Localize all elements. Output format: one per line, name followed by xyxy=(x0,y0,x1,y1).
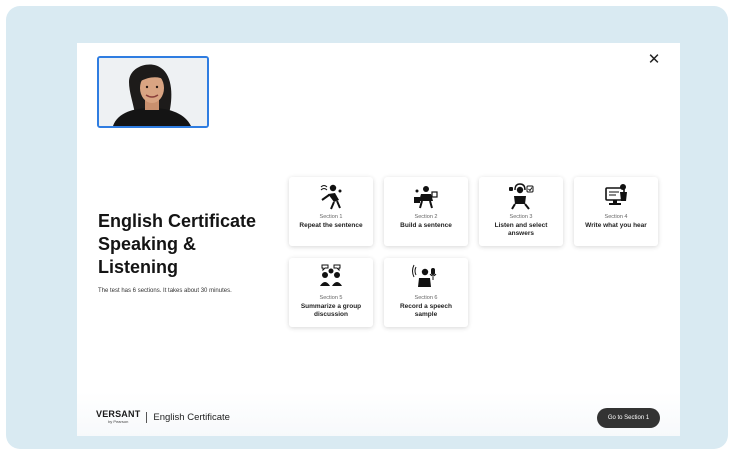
page-title: English Certificate Speaking & Listening xyxy=(98,210,278,279)
test-description: The test has 6 sections. It takes about … xyxy=(98,288,232,294)
brand: VERSANT by Pearson English Certificate xyxy=(96,409,230,425)
section-card-2[interactable]: Section 2 Build a sentence xyxy=(384,177,468,246)
section-number: Section 4 xyxy=(604,214,628,220)
test-intro-screen: ✕ English Certificate Speaking & Listeni… xyxy=(77,43,680,436)
section-number: Section 6 xyxy=(414,295,438,301)
webcam-preview xyxy=(97,56,209,128)
versant-logo: VERSANT by Pearson xyxy=(96,409,141,425)
title-line: English Certificate xyxy=(98,211,257,231)
section-card-1[interactable]: Section 1 Repeat the sentence xyxy=(289,177,373,246)
record-speech-icon xyxy=(412,264,437,287)
section-card-4[interactable]: Section 4 Write what you hear xyxy=(574,177,658,246)
product-name: English Certificate xyxy=(153,411,230,423)
section-name: Repeat the sentence xyxy=(299,222,363,229)
section-card-6[interactable]: Section 6 Record a speech sample xyxy=(384,258,468,327)
title-line: Listening xyxy=(98,257,178,277)
brand-subtitle: by Pearson xyxy=(108,419,129,424)
puzzle-build-icon xyxy=(414,186,438,209)
section-name: Write what you hear xyxy=(585,222,647,229)
section-name: Record a speech sample xyxy=(399,303,453,318)
go-to-section-button[interactable]: Go to Section 1 xyxy=(597,408,660,428)
section-name: Listen and select answers xyxy=(494,222,548,237)
section-number: Section 3 xyxy=(509,214,533,220)
section-number: Section 1 xyxy=(319,214,343,220)
section-number: Section 2 xyxy=(414,214,438,220)
group-discussion-icon xyxy=(320,264,342,286)
listen-select-icon xyxy=(509,183,534,210)
brand-name: VERSANT xyxy=(96,409,141,419)
close-icon[interactable]: ✕ xyxy=(646,51,662,67)
divider xyxy=(146,411,148,423)
section-name: Summarize a group discussion xyxy=(300,303,362,318)
section-card-5[interactable]: Section 5 Summarize a group discussion xyxy=(289,258,373,327)
title-line: Speaking & xyxy=(98,234,197,254)
outer-frame: ✕ English Certificate Speaking & Listeni… xyxy=(6,6,728,449)
section-number: Section 5 xyxy=(319,295,343,301)
section-name: Build a sentence xyxy=(400,222,452,229)
write-monitor-icon xyxy=(605,184,627,205)
section-card-3[interactable]: Section 3 Listen and select answers xyxy=(479,177,563,246)
speaking-person-icon xyxy=(320,184,342,210)
